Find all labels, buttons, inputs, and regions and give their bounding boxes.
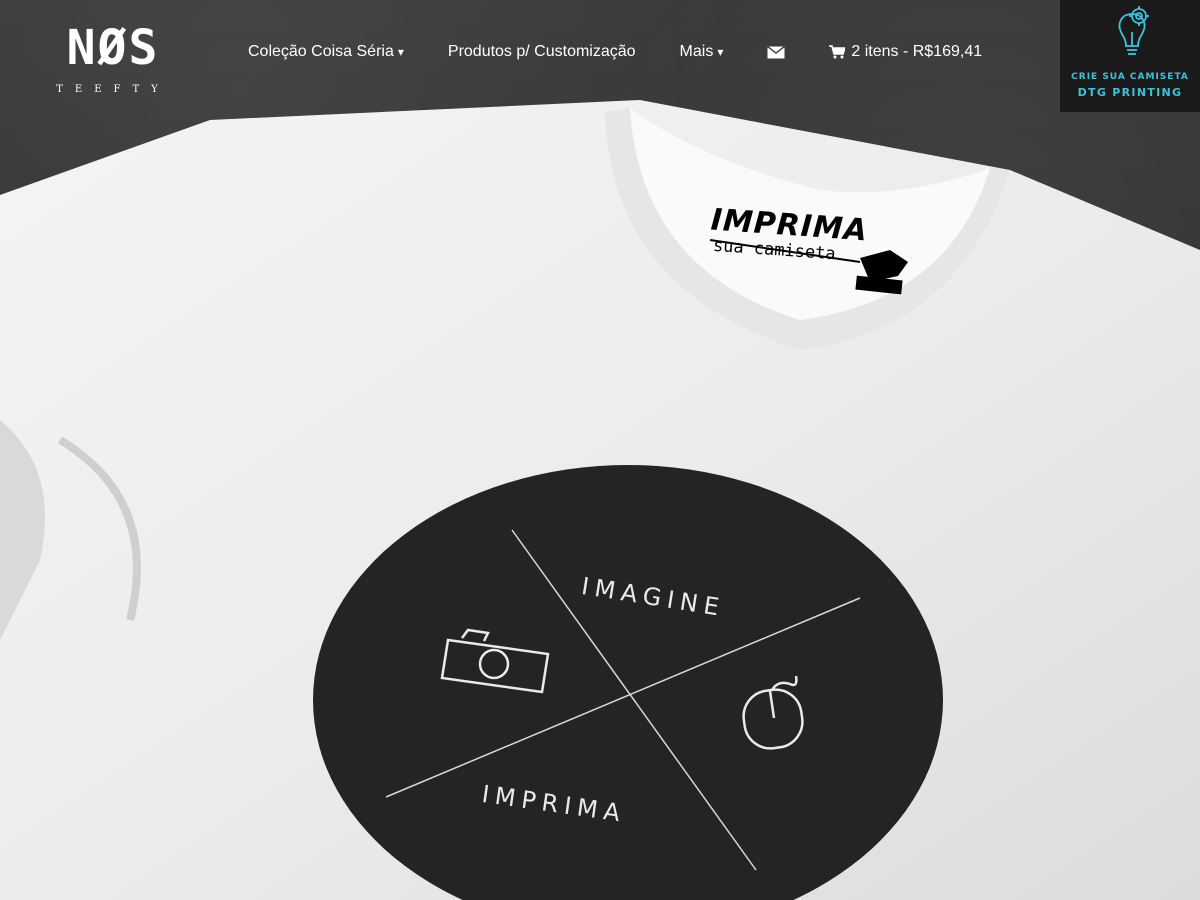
main-nav: Coleção Coisa Séria ▾ Produtos p/ Custom… xyxy=(248,40,982,64)
chevron-down-icon: ▾ xyxy=(397,45,404,59)
promo-line2: DTG PRINTING xyxy=(1077,86,1183,99)
nav-item-label: Produtos p/ Customização xyxy=(447,43,636,60)
site-logo[interactable]: NØS TEEFTY xyxy=(38,18,188,100)
cart-button[interactable]: 2 itens - R$169,41 xyxy=(829,43,982,61)
shirt-label-print: IMPRIMA sua camiseta xyxy=(708,203,869,266)
nav-item-label: Mais xyxy=(679,43,714,60)
nav-item-colecao[interactable]: Coleção Coisa Séria ▾ xyxy=(248,43,404,61)
lightbulb-gear-icon xyxy=(1118,6,1149,55)
shopping-cart-icon xyxy=(829,45,846,59)
promo-dtg-banner[interactable]: CRIE SUA CAMISETA DTG PRINTING xyxy=(1060,0,1200,112)
logo-mark: NØS xyxy=(66,20,160,76)
site-header: NØS TEEFTY Coleção Coisa Séria ▾ Produto… xyxy=(0,0,1200,112)
hero-tshirt-image xyxy=(0,0,1200,900)
nav-item-produtos[interactable]: Produtos p/ Customização xyxy=(448,43,636,61)
cart-summary: 2 itens - R$169,41 xyxy=(851,43,983,60)
nav-item-mais[interactable]: Mais ▾ xyxy=(680,43,724,61)
envelope-icon[interactable] xyxy=(767,45,786,59)
nav-item-label: Coleção Coisa Séria xyxy=(248,43,394,60)
promo-line1: CRIE SUA CAMISETA xyxy=(1071,72,1189,82)
logo-tagline: TEEFTY xyxy=(56,84,170,95)
chevron-down-icon: ▾ xyxy=(717,45,724,59)
